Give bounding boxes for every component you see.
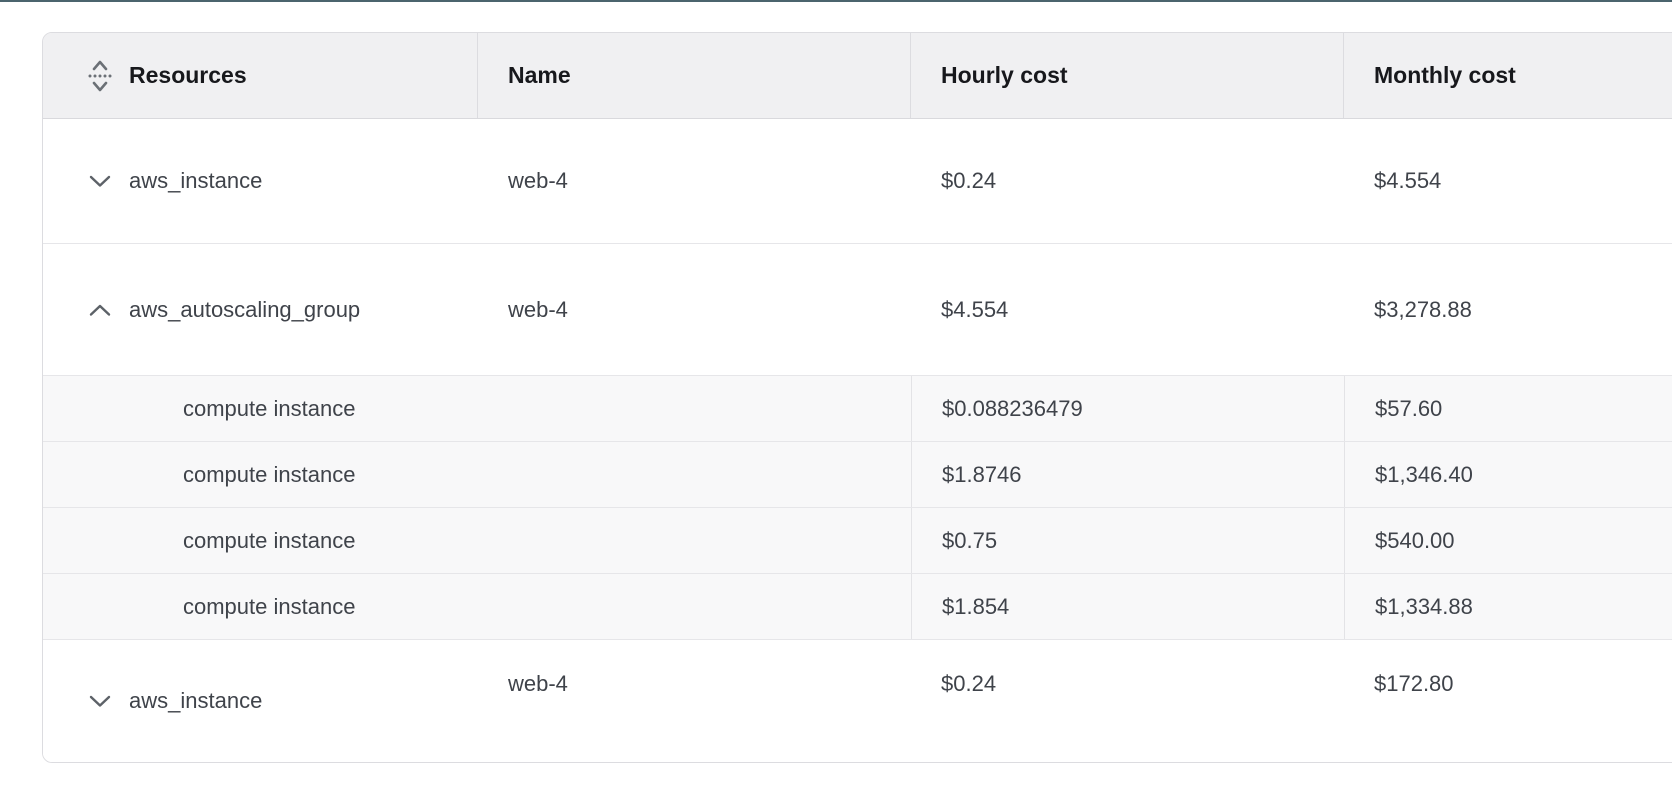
monthly-cost-value: $3,278.88	[1374, 297, 1472, 323]
header-cell-hourly-cost: Hourly cost	[911, 33, 1344, 118]
subcomponent-name: compute instance	[183, 528, 355, 554]
hourly-cost-cell: $4.554	[911, 244, 1344, 375]
column-title-resources: Resources	[129, 62, 247, 89]
hourly-cost-cell: $0.088236479	[911, 376, 1344, 441]
hourly-cost-value: $0.75	[942, 528, 997, 554]
hourly-cost-cell: $0.24	[911, 119, 1344, 243]
subcomponent-row: compute instance $0.75 $540.00	[43, 507, 1672, 573]
chevron-down-icon[interactable]	[87, 161, 113, 201]
hourly-cost-cell: $1.854	[911, 574, 1344, 639]
hourly-cost-cell: $1.8746	[911, 442, 1344, 507]
header-cell-monthly-cost: Monthly cost	[1344, 33, 1672, 118]
hourly-cost-cell: $0.24	[911, 640, 1344, 762]
instance-name: web-4	[508, 168, 568, 194]
subcomponent-row: compute instance $1.8746 $1,346.40	[43, 441, 1672, 507]
name-cell: web-4	[478, 640, 911, 762]
header-cell-resources: Resources	[43, 33, 478, 118]
monthly-cost-cell: $540.00	[1344, 508, 1672, 573]
hourly-cost-cell: $0.75	[911, 508, 1344, 573]
hourly-cost-value: $1.854	[942, 594, 1009, 620]
resource-name: aws_instance	[129, 688, 262, 714]
table-row[interactable]: aws_autoscaling_group web-4 $4.554 $3,27…	[43, 243, 1672, 375]
subcomponent-row: compute instance $1.854 $1,334.88	[43, 573, 1672, 639]
table-row[interactable]: aws_instance web-4 $0.24 $4.554	[43, 119, 1672, 243]
column-title-monthly-cost: Monthly cost	[1374, 62, 1516, 89]
subcomponent-name-cell: compute instance	[43, 376, 911, 441]
column-title-hourly-cost: Hourly cost	[941, 62, 1068, 89]
table-header-row: Resources Name Hourly cost Monthly cost	[43, 33, 1672, 119]
resource-cell: aws_instance	[43, 119, 478, 243]
monthly-cost-cell: $3,278.88	[1344, 244, 1672, 375]
monthly-cost-cell: $172.80	[1344, 640, 1672, 762]
subcomponent-row: compute instance $0.088236479 $57.60	[43, 375, 1672, 441]
monthly-cost-cell: $1,346.40	[1344, 442, 1672, 507]
header-cell-name: Name	[478, 33, 911, 118]
resource-name: aws_autoscaling_group	[129, 297, 360, 323]
name-cell: web-4	[478, 244, 911, 375]
name-cell: web-4	[478, 119, 911, 243]
hourly-cost-value: $0.24	[941, 168, 996, 194]
subcomponent-name-cell: compute instance	[43, 508, 911, 573]
monthly-cost-value: $1,346.40	[1375, 462, 1473, 488]
subcomponent-name: compute instance	[183, 396, 355, 422]
resource-cost-table: Resources Name Hourly cost Monthly cost …	[42, 32, 1672, 763]
hourly-cost-value: $0.24	[941, 671, 996, 697]
instance-name: web-4	[508, 671, 568, 697]
monthly-cost-cell: $1,334.88	[1344, 574, 1672, 639]
monthly-cost-cell: $57.60	[1344, 376, 1672, 441]
monthly-cost-value: $540.00	[1375, 528, 1455, 554]
chevron-down-icon[interactable]	[87, 681, 113, 721]
hourly-cost-value: $1.8746	[942, 462, 1022, 488]
subcomponent-name-cell: compute instance	[43, 574, 911, 639]
subcomponent-name-cell: compute instance	[43, 442, 911, 507]
column-title-name: Name	[508, 62, 571, 89]
subcomponent-name: compute instance	[183, 462, 355, 488]
resource-name: aws_instance	[129, 168, 262, 194]
drag-reorder-icon[interactable]	[87, 56, 113, 96]
chevron-up-icon[interactable]	[87, 290, 113, 330]
instance-name: web-4	[508, 297, 568, 323]
monthly-cost-value: $4.554	[1374, 168, 1441, 194]
monthly-cost-value: $57.60	[1375, 396, 1442, 422]
hourly-cost-value: $4.554	[941, 297, 1008, 323]
hourly-cost-value: $0.088236479	[942, 396, 1083, 422]
resource-cell: aws_autoscaling_group	[43, 244, 478, 375]
monthly-cost-value: $1,334.88	[1375, 594, 1473, 620]
subcomponent-name: compute instance	[183, 594, 355, 620]
monthly-cost-value: $172.80	[1374, 671, 1454, 697]
top-accent-bar	[0, 0, 1672, 2]
resource-cell: aws_instance	[43, 640, 478, 762]
table-row[interactable]: aws_instance web-4 $0.24 $172.80	[43, 639, 1672, 762]
monthly-cost-cell: $4.554	[1344, 119, 1672, 243]
